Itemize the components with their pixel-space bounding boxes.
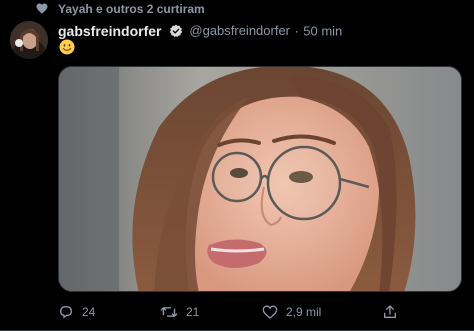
verified-badge-icon bbox=[169, 24, 183, 37]
smiley-emoji-icon bbox=[59, 39, 75, 55]
handle[interactable]: @gabsfreindorfer bbox=[189, 23, 290, 38]
reply-icon bbox=[59, 305, 73, 319]
reply-button[interactable]: 24 bbox=[58, 302, 95, 322]
separator: · bbox=[294, 23, 299, 39]
social-context[interactable]: Yayah e outros 2 curtiram bbox=[0, 0, 474, 18]
retweet-count: 21 bbox=[186, 305, 200, 319]
retweet-icon bbox=[160, 306, 178, 318]
share-button[interactable] bbox=[382, 302, 398, 322]
like-count: 2,9 mil bbox=[286, 305, 322, 319]
like-button[interactable]: 2,9 mil bbox=[262, 302, 321, 322]
social-context-text: Yayah e outros 2 curtiram bbox=[58, 2, 205, 16]
timestamp[interactable]: 50 min bbox=[303, 23, 342, 38]
reply-count: 24 bbox=[82, 305, 96, 319]
tweet-actions: 24 21 2,9 mil bbox=[58, 302, 462, 322]
avatar[interactable] bbox=[10, 21, 48, 59]
display-name[interactable]: gabsfreindorfer bbox=[58, 23, 161, 39]
retweet-button[interactable]: 21 bbox=[160, 302, 199, 322]
heart-outline-icon bbox=[262, 305, 278, 319]
tweet-photo[interactable] bbox=[58, 66, 462, 292]
heart-icon bbox=[36, 3, 48, 14]
share-icon bbox=[384, 305, 396, 318]
tweet-header: gabsfreindorfer @gabsfreindorfer · 50 mi… bbox=[58, 22, 342, 40]
